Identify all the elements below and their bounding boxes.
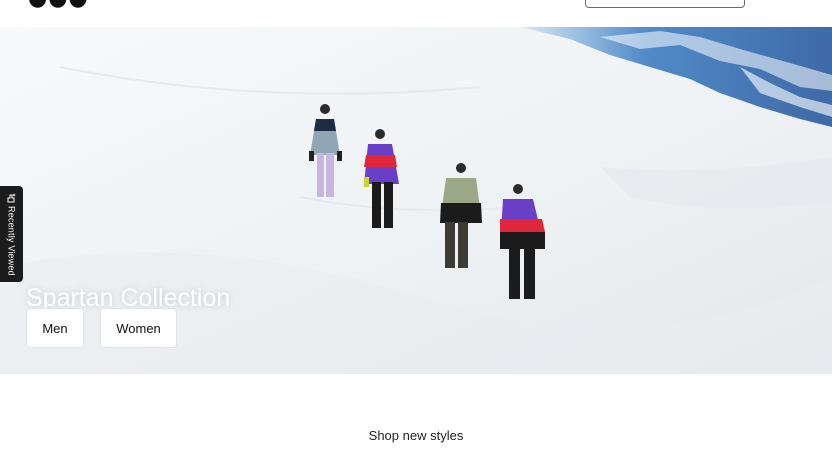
shop-women-button[interactable]: Women xyxy=(100,308,177,348)
logo-glyph: ●●● xyxy=(28,0,89,11)
sparkle-hand-icon xyxy=(7,193,16,203)
section-heading: Shop new styles xyxy=(368,428,464,443)
recently-viewed-label: Recently Viewed xyxy=(6,206,17,276)
shop-men-button[interactable]: Men xyxy=(26,308,84,348)
site-header: ●●● xyxy=(0,0,832,27)
search-input[interactable] xyxy=(585,0,745,8)
logo[interactable]: ●●● xyxy=(28,0,89,11)
recently-viewed-tab[interactable]: Recently Viewed xyxy=(0,186,23,282)
